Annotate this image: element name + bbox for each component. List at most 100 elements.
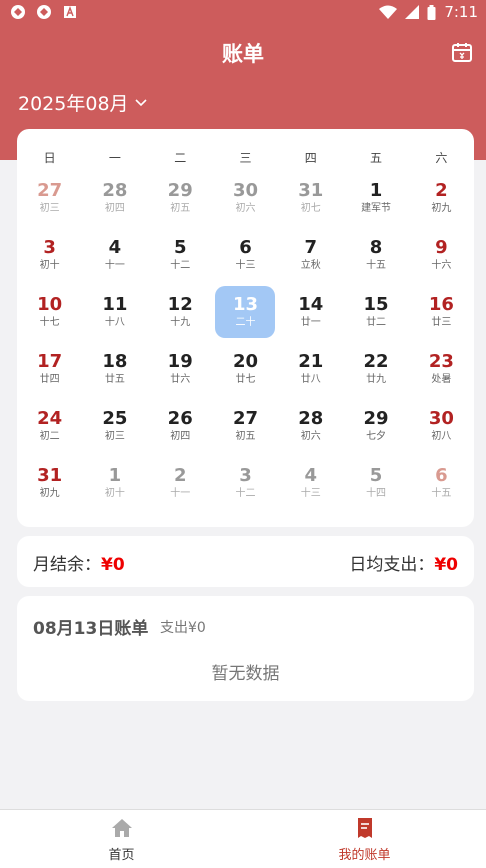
calendar-day[interactable]: 29 初五 — [148, 169, 213, 226]
calendar-day[interactable]: 27 初五 — [213, 397, 278, 454]
lunar-date: 十九 — [170, 316, 191, 328]
calendar-day[interactable]: 28 初四 — [82, 169, 147, 226]
text-a-icon — [64, 6, 76, 18]
calendar-day[interactable]: 16 廿三 — [409, 283, 474, 340]
calendar-day[interactable]: 3 十二 — [213, 454, 278, 511]
bill-card: 08月13日账单 支出¥0 暂无数据 — [17, 596, 474, 701]
calendar-day[interactable]: 1 建军节 — [343, 169, 408, 226]
calendar-day[interactable]: 4 十三 — [278, 454, 343, 511]
lunar-date: 十五 — [431, 487, 452, 499]
calendar-day[interactable]: 21 廿八 — [278, 340, 343, 397]
day-number: 5 — [173, 236, 187, 258]
calendar-day[interactable]: 25 初三 — [82, 397, 147, 454]
day-number: 29 — [363, 407, 389, 429]
day-number: 30 — [232, 179, 259, 201]
calendar-day[interactable]: 24 初二 — [17, 397, 82, 454]
calendar-day[interactable]: 28 初六 — [278, 397, 343, 454]
calendar-day[interactable]: 26 初四 — [148, 397, 213, 454]
calendar-day[interactable]: 29 七夕 — [343, 397, 408, 454]
calendar-day[interactable]: 23 处暑 — [409, 340, 474, 397]
lunar-date: 初九 — [39, 487, 60, 499]
summary-card: 月结余：¥0 日均支出：¥0 — [17, 536, 474, 587]
day-number: 12 — [167, 293, 193, 315]
lunar-date: 廿七 — [235, 373, 256, 385]
day-number: 31 — [37, 464, 63, 486]
month-selector[interactable]: 2025年08月 — [18, 89, 147, 116]
month-balance-label: 月结余： — [33, 555, 101, 575]
sync-icon — [37, 5, 51, 19]
calendar-day[interactable]: 6 十三 — [213, 226, 278, 283]
lunar-date: 建军节 — [361, 202, 392, 214]
lunar-date: 七夕 — [366, 430, 387, 442]
day-number: 25 — [102, 407, 128, 429]
calendar-day[interactable]: 2 十一 — [148, 454, 213, 511]
calendar-day-selected[interactable]: 13 二十 — [213, 283, 278, 340]
calendar-day[interactable]: 27 初三 — [17, 169, 82, 226]
lunar-date: 廿三 — [431, 316, 452, 328]
home-icon — [111, 818, 132, 837]
calendar-day[interactable]: 19 廿六 — [148, 340, 213, 397]
calendar-day[interactable]: 31 初七 — [278, 169, 343, 226]
calendar-day[interactable]: 10 十七 — [17, 283, 82, 340]
weekday-header: 日一二三四五六 — [17, 149, 474, 166]
calendar-icon[interactable] — [450, 40, 474, 64]
lunar-date: 初五 — [170, 202, 191, 214]
day-number: 18 — [102, 350, 128, 372]
calendar-day[interactable]: 3 初十 — [17, 226, 82, 283]
day-number: 2 — [435, 179, 448, 201]
day-number: 22 — [363, 350, 389, 372]
calendar-day[interactable]: 14 廿一 — [278, 283, 343, 340]
lunar-date: 立秋 — [300, 259, 321, 271]
day-number: 6 — [435, 464, 448, 486]
weekday-label: 日 — [43, 151, 56, 165]
nav-home[interactable]: 首页 — [0, 810, 243, 868]
lunar-date: 初十 — [39, 259, 60, 271]
day-number: 27 — [37, 179, 63, 201]
calendar-day[interactable]: 30 初八 — [409, 397, 474, 454]
lunar-date: 廿二 — [366, 316, 387, 328]
empty-state: 暂无数据 — [211, 664, 280, 684]
lunar-date: 廿一 — [300, 316, 321, 328]
bottom-nav: 首页 我的账单 — [0, 809, 486, 868]
status-time: 7:11 — [444, 3, 478, 21]
calendar-day[interactable]: 12 十九 — [148, 283, 213, 340]
day-number: 7 — [304, 236, 318, 258]
lunar-date: 十三 — [300, 487, 321, 499]
calendar-day[interactable]: 5 十四 — [343, 454, 408, 511]
lunar-date: 十一 — [104, 259, 125, 271]
calendar-day[interactable]: 17 廿四 — [17, 340, 82, 397]
month-balance: 月结余：¥0 — [33, 550, 125, 575]
lunar-date: 二十 — [235, 316, 256, 328]
day-number: 4 — [304, 464, 318, 486]
calendar-day[interactable]: 22 廿九 — [343, 340, 408, 397]
calendar-day[interactable]: 4 十一 — [82, 226, 147, 283]
bill-title: 08月13日账单 — [33, 619, 149, 639]
chevron-down-icon — [134, 98, 147, 106]
calendar-day[interactable]: 7 立秋 — [278, 226, 343, 283]
lunar-date: 初五 — [235, 430, 256, 442]
calendar-day[interactable]: 31 初九 — [17, 454, 82, 511]
lunar-date: 廿九 — [366, 373, 387, 385]
day-number: 21 — [298, 350, 324, 372]
nav-my-bills[interactable]: 我的账单 — [243, 810, 486, 868]
calendar-day[interactable]: 15 廿二 — [343, 283, 408, 340]
calendar-day[interactable]: 18 廿五 — [82, 340, 147, 397]
calendar-day[interactable]: 2 初九 — [409, 169, 474, 226]
status-bar: 7:11 — [0, 0, 486, 24]
sync-icon — [11, 5, 25, 19]
calendar-day[interactable]: 1 初十 — [82, 454, 147, 511]
calendar-day[interactable]: 11 十八 — [82, 283, 147, 340]
day-number: 31 — [298, 179, 324, 201]
day-number: 2 — [173, 464, 187, 486]
month-label: 2025年08月 — [18, 93, 129, 115]
calendar-day[interactable]: 5 十二 — [148, 226, 213, 283]
weekday-label: 一 — [108, 151, 121, 165]
calendar-day[interactable]: 20 廿七 — [213, 340, 278, 397]
lunar-date: 十二 — [235, 487, 256, 499]
lunar-date: 处暑 — [431, 373, 452, 385]
calendar-day[interactable]: 30 初六 — [213, 169, 278, 226]
lunar-date: 十六 — [431, 259, 452, 271]
calendar-day[interactable]: 8 十五 — [343, 226, 408, 283]
calendar-day[interactable]: 6 十五 — [409, 454, 474, 511]
calendar-day[interactable]: 9 十六 — [409, 226, 474, 283]
